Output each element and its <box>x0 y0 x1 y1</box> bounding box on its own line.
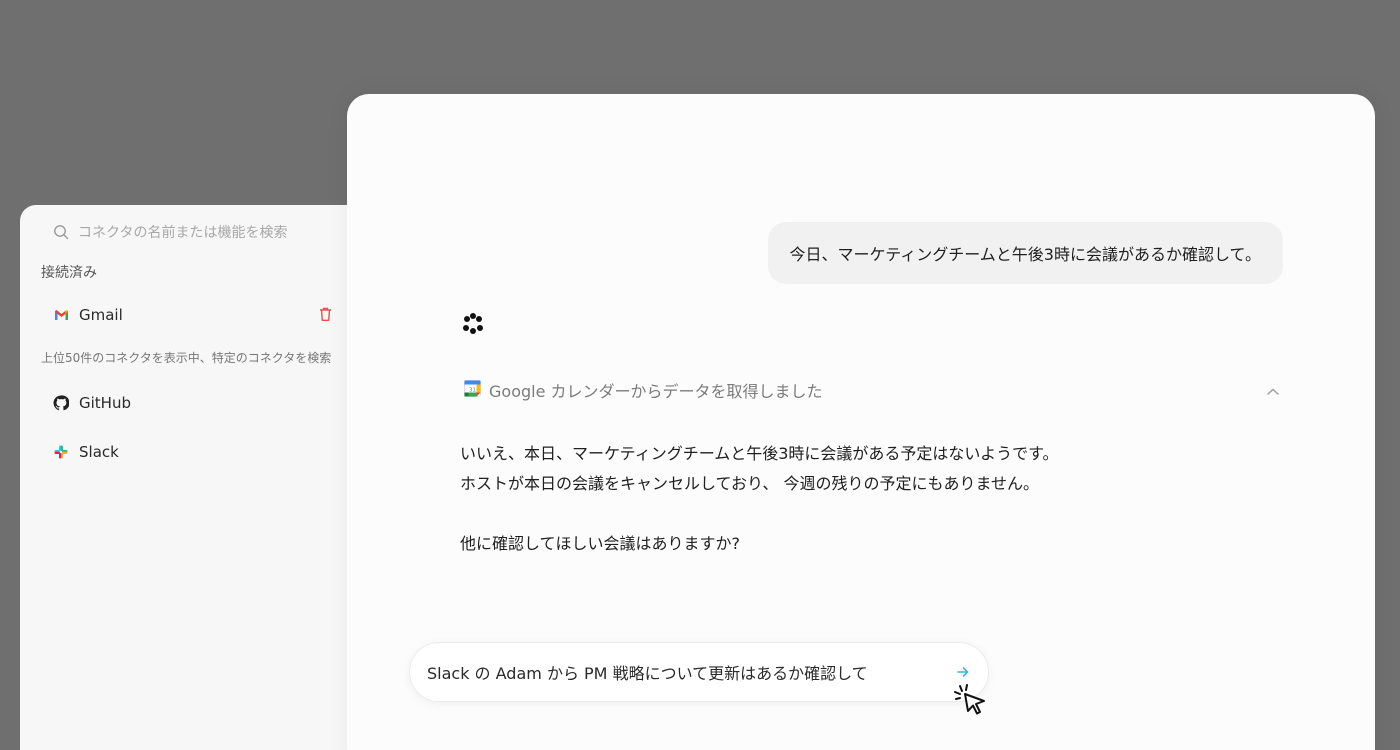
connector-hint: 上位50件のコネクタを表示中、特定のコネクタを検索 <box>41 351 332 365</box>
app-stage: コネクタの名前または機能を検索 接続済み Gmail 上位50件のコネクタを表示… <box>0 0 1400 750</box>
connector-name: Gmail <box>79 306 123 324</box>
github-icon <box>53 395 69 411</box>
tool-call-label: Google カレンダーからデータを取得しました <box>489 382 823 401</box>
connectors-panel: コネクタの名前または機能を検索 接続済み Gmail 上位50件のコネクタを表示… <box>20 205 380 750</box>
chat-panel: 今日、マーケティングチームと午後3時に会議があるか確認して。 31 Google… <box>347 94 1375 750</box>
click-cursor-icon <box>954 684 988 720</box>
answer-line: いいえ、本日、マーケティングチームと午後3時に会議がある予定はないようです。 <box>460 444 1059 463</box>
arrow-right-icon[interactable] <box>956 664 970 683</box>
assistant-logo-icon <box>461 312 485 340</box>
answer-line: 他に確認してほしい会議はありますか? <box>460 534 741 553</box>
connector-item-github[interactable]: GitHub <box>53 394 131 412</box>
message-composer[interactable]: Slack の Adam から PM 戦略について更新はあるか確認して <box>409 642 989 702</box>
slack-icon <box>53 444 69 460</box>
chevron-up-icon[interactable] <box>1266 382 1280 401</box>
svg-text:31: 31 <box>469 387 476 393</box>
gmail-icon <box>53 307 69 323</box>
search-icon <box>53 224 69 240</box>
connector-name: Slack <box>79 443 119 461</box>
trash-icon[interactable] <box>318 306 333 326</box>
google-calendar-icon: 31 <box>464 379 481 401</box>
assistant-answer: いいえ、本日、マーケティングチームと午後3時に会議がある予定はないようです。 ホ… <box>460 439 1059 559</box>
user-message: 今日、マーケティングチームと午後3時に会議があるか確認して。 <box>767 222 1283 284</box>
answer-spacer <box>460 499 1059 529</box>
connector-item-slack[interactable]: Slack <box>53 443 119 461</box>
tool-call-row[interactable]: 31 Google カレンダーからデータを取得しました <box>464 378 1280 402</box>
answer-line: ホストが本日の会議をキャンセルしており、 今週の残りの予定にもありません。 <box>460 474 1040 493</box>
connector-item-gmail[interactable]: Gmail <box>53 306 123 324</box>
connector-search[interactable]: コネクタの名前または機能を検索 <box>53 222 287 242</box>
connector-name: GitHub <box>79 394 131 412</box>
connector-search-input[interactable]: コネクタの名前または機能を検索 <box>78 222 287 242</box>
connected-section-label: 接続済み <box>41 265 97 281</box>
composer-input[interactable]: Slack の Adam から PM 戦略について更新はあるか確認して <box>427 660 868 684</box>
